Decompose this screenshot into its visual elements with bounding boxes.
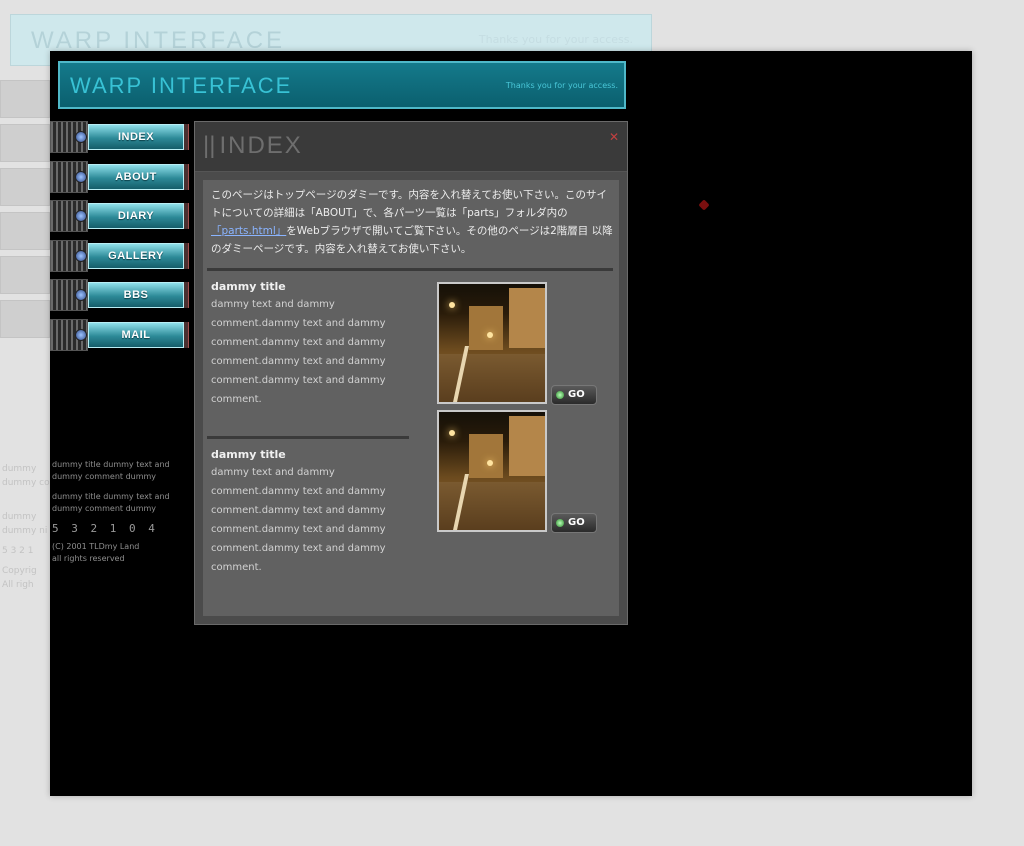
ghost-sidebar: [0, 80, 50, 350]
ghost-slot: [0, 256, 50, 294]
panel-body: このページはトップページのダミーです。内容を入れ替えてお使い下さい。このサイトに…: [203, 180, 619, 616]
entry-text: dammy text and dammy comment.dammy text …: [211, 467, 386, 573]
entry-thumbnail[interactable]: [437, 410, 547, 532]
ghost-note: dummy: [2, 464, 37, 474]
lamp-shape: [449, 302, 455, 308]
menu-cap: [184, 124, 189, 150]
menu-item-about[interactable]: ABOUT: [50, 160, 190, 193]
panel-title: || INDEX: [203, 132, 303, 160]
ghost-note: 5 3 2 1: [2, 546, 34, 556]
ghost-slot: [0, 168, 50, 206]
close-icon[interactable]: ✕: [607, 130, 621, 144]
index-panel: || INDEX ✕ このページはトップページのダミーです。内容を入れ替えてお使い…: [194, 121, 628, 625]
ghost-slot: [0, 212, 50, 250]
panel-header: || INDEX ✕: [195, 122, 627, 172]
ghost-note: dummy ni: [2, 526, 48, 536]
menu-button-label[interactable]: ABOUT: [88, 163, 184, 190]
go-label: GO: [568, 389, 585, 400]
menu-button-label[interactable]: GALLERY: [88, 242, 184, 269]
rights-text: all rights reserved: [52, 554, 125, 563]
side-note: dummy title dummy text and dummy comment…: [52, 460, 170, 481]
lamp-shape: [449, 430, 455, 436]
go-button[interactable]: GO: [551, 385, 597, 405]
intro-text: このページはトップページのダミーです。内容を入れ替えてお使い下さい。このサイトに…: [211, 186, 613, 258]
ghost-slot: [0, 80, 50, 118]
building-shape: [469, 434, 503, 478]
green-dot-icon: [556, 519, 564, 527]
entry-thumbnail[interactable]: [437, 282, 547, 404]
building-shape: [509, 416, 545, 476]
menu-item-index[interactable]: INDEX: [50, 121, 190, 153]
menu-cap: [184, 203, 189, 229]
knob-icon: [75, 328, 87, 341]
site-tagline: Thanks you for your access.: [505, 81, 618, 90]
header-bar: WARP INTERFACE Thanks you for your acces…: [58, 61, 626, 109]
menu-cap: [184, 242, 189, 269]
menu-item-gallery[interactable]: GALLERY: [50, 239, 190, 272]
knob-icon: [75, 289, 87, 301]
entry-title: dammy title: [211, 280, 286, 293]
menu-button-label[interactable]: DIARY: [88, 203, 184, 229]
ghost-note: Copyrig: [2, 566, 37, 576]
parts-link[interactable]: 「parts.html」: [211, 225, 286, 237]
menu-item-bbs[interactable]: BBS: [50, 279, 190, 311]
lamp-shape: [487, 460, 493, 466]
divider: [207, 268, 613, 271]
menu-grip: [50, 279, 88, 311]
main-window: WARP INTERFACE Thanks you for your acces…: [50, 51, 972, 796]
site-title: WARP INTERFACE: [70, 73, 293, 98]
knob-icon: [75, 249, 87, 262]
menu-grip: [50, 239, 88, 272]
decoration-mark: [698, 199, 710, 211]
ghost-slot: [0, 300, 50, 338]
lamp-shape: [487, 332, 493, 338]
menu-item-mail[interactable]: MAIL: [50, 318, 190, 351]
side-note: dummy title dummy text and dummy comment…: [52, 492, 170, 513]
divider: [207, 436, 409, 439]
menu-cap: [184, 321, 189, 348]
knob-icon: [75, 170, 87, 183]
menu-grip: [50, 318, 88, 351]
bars-icon: ||: [203, 132, 216, 159]
entry-text: dammy text and dammy comment.dammy text …: [211, 299, 386, 405]
news-entry: dammy title dammy text and dammy comment…: [211, 280, 411, 409]
intro-part-1: このページはトップページのダミーです。内容を入れ替えてお使い下さい。このサイトに…: [211, 189, 608, 219]
ghost-tagline: Thanks you for your access.: [478, 33, 633, 46]
entry-title: dammy title: [211, 448, 286, 461]
ghost-note: dummy: [2, 512, 37, 522]
menu-button-label[interactable]: MAIL: [88, 321, 184, 348]
go-button[interactable]: GO: [551, 513, 597, 533]
ghost-note: dummy co: [2, 478, 50, 488]
side-menu: INDEX ABOUT DIARY GALLERY BBS MAIL: [50, 121, 190, 358]
news-entry: dammy title dammy text and dammy comment…: [211, 448, 411, 577]
copyright-text: (C) 2001 TLDmy Land: [52, 542, 140, 551]
building-shape: [469, 306, 503, 350]
menu-button-label[interactable]: BBS: [88, 282, 184, 308]
side-notes: dummy title dummy text and dummy comment…: [52, 459, 192, 565]
menu-grip: [50, 200, 88, 232]
green-dot-icon: [556, 391, 564, 399]
menu-grip: [50, 160, 88, 193]
go-label: GO: [568, 517, 585, 528]
ghost-slot: [0, 124, 50, 162]
access-counter: 5 3 2 1 0 4: [52, 522, 158, 535]
menu-cap: [184, 163, 189, 190]
panel-title-text: INDEX: [219, 132, 303, 159]
building-shape: [509, 288, 545, 348]
menu-item-diary[interactable]: DIARY: [50, 200, 190, 232]
menu-cap: [184, 282, 189, 308]
menu-grip: [50, 121, 88, 153]
knob-icon: [75, 210, 87, 222]
ghost-note: All righ: [2, 580, 34, 590]
knob-icon: [75, 131, 87, 143]
ghost-notes: dummy dummy co dummy dummy ni 5 3 2 1 Co…: [2, 462, 50, 592]
menu-button-label[interactable]: INDEX: [88, 124, 184, 150]
